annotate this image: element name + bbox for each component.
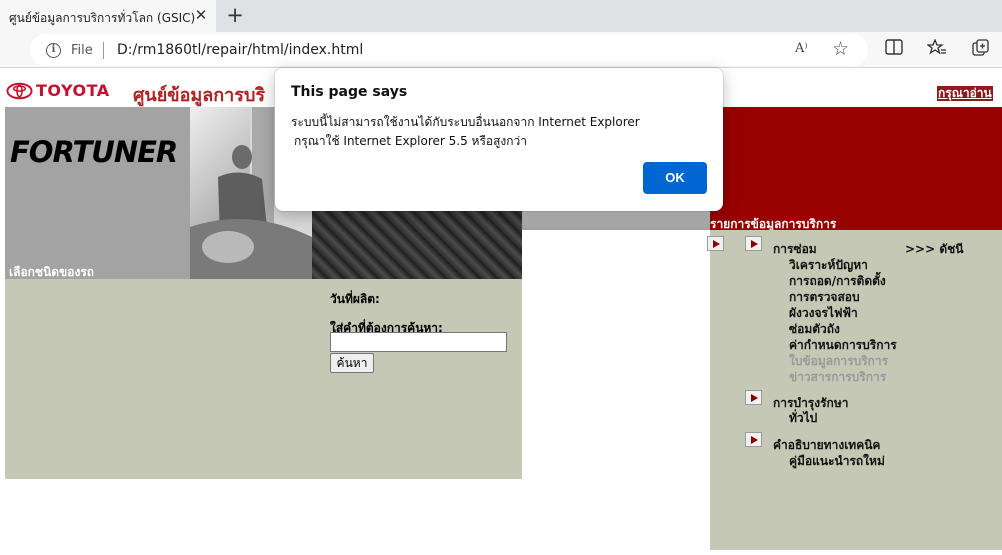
keyword-input[interactable]	[330, 332, 507, 352]
read-aloud-icon[interactable]: A⁾	[795, 41, 808, 56]
tab-title: ศูนย์ข้อมูลการบริการทั่วโลก (GSIC)	[9, 11, 196, 25]
url-text[interactable]: D:/rm1860tl/repair/html/index.html	[117, 42, 363, 58]
model-logo: FORTUNER	[10, 135, 178, 169]
toyota-logo: TOYOTA	[6, 81, 110, 100]
address-separator	[103, 42, 104, 59]
service-list-header: รายการข้อมูลการบริการ	[710, 107, 1002, 231]
menu-item-general[interactable]: ทั่วไป	[789, 409, 817, 428]
brand-name: TOYOTA	[36, 81, 110, 100]
tab-active[interactable]: ศูนย์ข้อมูลการบริการทั่วโลก (GSIC) ✕	[0, 0, 216, 32]
new-tab-icon[interactable]: +	[224, 3, 246, 27]
play-arrow-icon[interactable]	[745, 390, 762, 405]
browser-window: ศูนย์ข้อมูลการบริการทั่วโลก (GSIC) ✕ + i…	[0, 0, 1002, 555]
dialog-message-line1: ระบบนี้ไม่สามารถใช้งานได้กับระบบอื่นนอกจ…	[291, 115, 640, 129]
info-icon[interactable]: i	[46, 43, 61, 58]
menu-item-service-news: ข่าวสารการบริการ	[789, 370, 887, 384]
alert-dialog: This page says ระบบนี้ไม่สามารถใช้งานได้…	[275, 68, 723, 211]
play-arrow-icon[interactable]	[745, 432, 762, 447]
tab-strip: ศูนย์ข้อมูลการบริการทั่วโลก (GSIC) ✕ +	[0, 0, 1002, 32]
split-screen-icon[interactable]	[883, 39, 905, 61]
dialog-message-line2: กรุณาใช้ Internet Explorer 5.5 หรือสูงกว…	[294, 134, 528, 148]
ok-button[interactable]: OK	[643, 162, 707, 194]
model-selector[interactable]: FORTUNER เลือกชนิดของรถ	[5, 107, 190, 279]
menu-item-new-car-features[interactable]: คู่มือแนะนำรถใหม่	[789, 452, 885, 471]
production-date-label: วันที่ผลิต:	[330, 292, 380, 306]
please-read-link[interactable]: กรุณาอ่าน	[937, 86, 993, 101]
page-title: ศูนย์ข้อมูลการบริ	[133, 85, 266, 106]
address-bar[interactable]: i File D:/rm1860tl/repair/html/index.htm…	[30, 34, 868, 66]
search-button[interactable]: ค้นหา	[330, 353, 374, 373]
toyota-emblem-icon	[6, 82, 33, 99]
scheme-label: File	[71, 43, 93, 58]
search-panel: วันที่ผลิต: ใส่คำที่ต้องการค้นหา: ค้นหา	[5, 279, 522, 479]
favorite-star-icon[interactable]: ☆	[832, 38, 849, 60]
index-link[interactable]: >>> ดัชนี	[905, 240, 963, 259]
browser-toolbar: i File D:/rm1860tl/repair/html/index.htm…	[0, 32, 1002, 68]
close-tab-icon[interactable]: ✕	[192, 5, 210, 25]
banner-photo-engine	[312, 200, 522, 279]
favorites-icon[interactable]	[926, 38, 948, 61]
service-list-panel: การซ่อม >>> ดัชนี วิเคราะห์ปัญหา การถอด/…	[707, 230, 1002, 550]
play-arrow-icon[interactable]	[745, 236, 762, 251]
collections-icon[interactable]	[970, 39, 992, 61]
play-arrow-icon[interactable]	[707, 236, 724, 251]
dialog-title: This page says	[291, 84, 408, 100]
